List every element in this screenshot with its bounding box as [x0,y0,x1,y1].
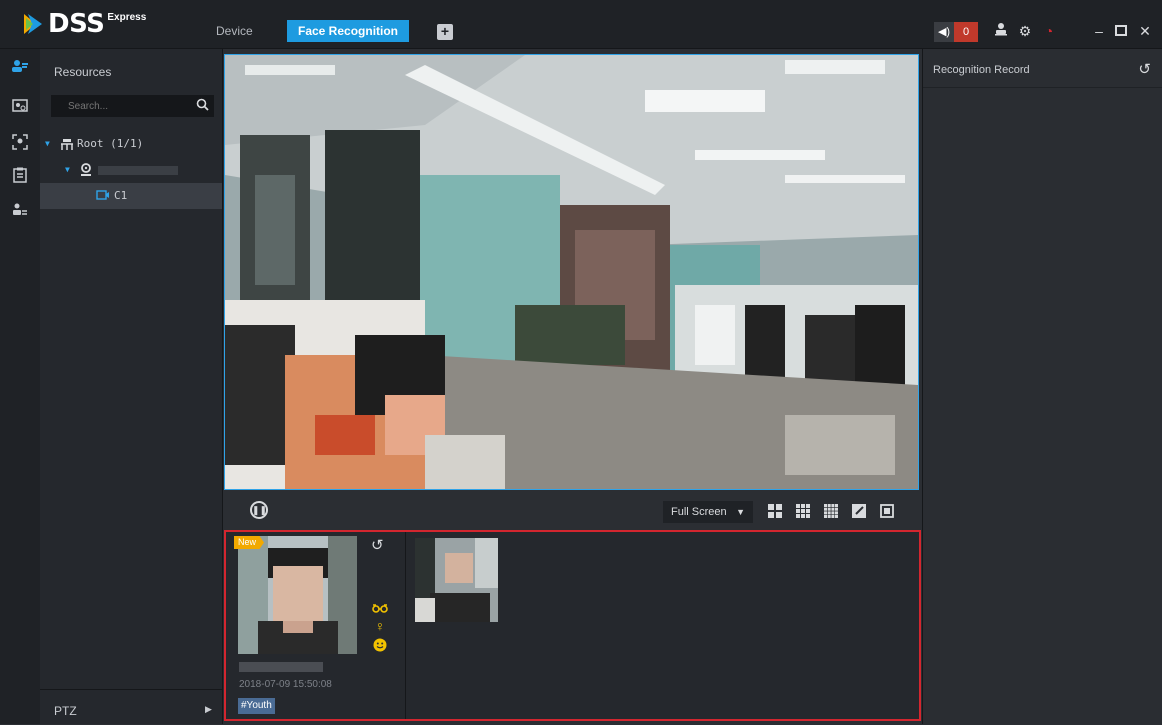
minimize-icon[interactable]: – [1090,22,1108,40]
search-box [51,95,214,117]
fullscreen-icon[interactable] [880,504,894,518]
captured-face-image[interactable] [238,536,357,654]
maximize-icon[interactable] [1112,22,1130,40]
history-icon[interactable]: ↺ [371,536,384,554]
glasses-icon [372,600,388,616]
gear-icon[interactable]: ⚙ [1016,22,1034,40]
layout-4-icon[interactable] [768,504,782,518]
face-capture-icon[interactable] [10,134,30,154]
tree-node-root[interactable]: ▼ Root (1/1) [40,131,222,157]
capture-strip: New ↺ ♀ 2018-07-09 15:50:08 #Youth [224,530,921,721]
dss-logo-icon [24,14,42,34]
layout-9-icon[interactable] [796,504,810,518]
tab-face-recognition[interactable]: Face Recognition [287,20,410,42]
tree-node-device[interactable]: ▼ [40,157,222,183]
report-icon[interactable] [10,167,30,187]
app-edition: Express [107,12,147,23]
ptz-label: PTZ [54,704,77,718]
recognition-record-header: Recognition Record ↺ [923,49,1162,88]
root-label: Root (1/1) [77,137,144,150]
expand-caret-icon[interactable]: ▼ [45,131,50,157]
add-tab-icon[interactable]: + [437,24,453,40]
device-name-redacted [98,166,178,175]
snapshot-thumbnail[interactable] [415,538,498,622]
tree-node-channel[interactable]: C1 [40,183,222,209]
ptz-section[interactable]: PTZ ▶ [40,689,222,725]
new-badge: New [234,536,265,549]
close-icon[interactable]: ✕ [1136,22,1154,40]
screen-mode-select[interactable]: Full Screen ▼ [663,501,753,523]
expand-right-icon[interactable]: ▶ [205,704,212,715]
dropdown-arrow-icon: ▼ [736,507,745,517]
custom-layout-icon[interactable] [852,504,866,518]
layout-16-icon[interactable] [824,504,838,518]
app-name: DSS [48,9,105,39]
expand-caret-icon[interactable]: ▼ [65,157,70,183]
pause-icon[interactable]: ❚❚ [250,501,268,519]
capture-timestamp: 2018-07-09 15:50:08 [239,679,332,690]
recognition-record-panel: Recognition Record ↺ [922,49,1162,724]
video-frame-image [225,55,918,489]
search-icon[interactable] [196,98,209,114]
title-bar: DSS Express Device Face Recognition + ◀)… [0,0,1162,49]
female-icon: ♀ [374,618,386,634]
screen-mode-value: Full Screen [671,506,727,518]
capture-name-redacted [239,662,323,672]
channel-label: C1 [114,189,128,202]
recognition-record-title: Recognition Record [933,64,1030,76]
tab-device[interactable]: Device [205,20,264,42]
user-database-icon[interactable] [10,203,30,223]
left-icon-rail [0,49,40,724]
smile-icon [372,638,388,655]
camera-device-icon [80,157,92,183]
search-input[interactable] [52,96,198,112]
alarm-indicator[interactable]: ◀) 0 [934,22,978,42]
face-search-icon[interactable] [10,99,30,119]
org-tree-icon [60,132,74,158]
user-icon[interactable] [992,22,1010,40]
face-recognition-nav-icon[interactable] [10,59,30,79]
app-logo: DSS Express [22,9,147,39]
live-video-view[interactable] [224,54,919,490]
resources-title: Resources [54,65,112,79]
channel-camera-icon [96,183,110,209]
video-toolbar: ❚❚ Full Screen ▼ [224,492,921,530]
age-tag: #Youth [238,698,275,714]
resources-panel: Resources ▼ Root (1/1) ▼ C1 PTZ ▶ [40,49,223,724]
capture-card[interactable]: New ↺ ♀ 2018-07-09 15:50:08 #Youth [226,532,406,719]
history-icon[interactable]: ↺ [1138,60,1151,78]
alarm-count: 0 [954,22,978,42]
speaker-icon: ◀) [934,22,954,42]
performance-icon[interactable]: ◔ [1040,22,1058,40]
